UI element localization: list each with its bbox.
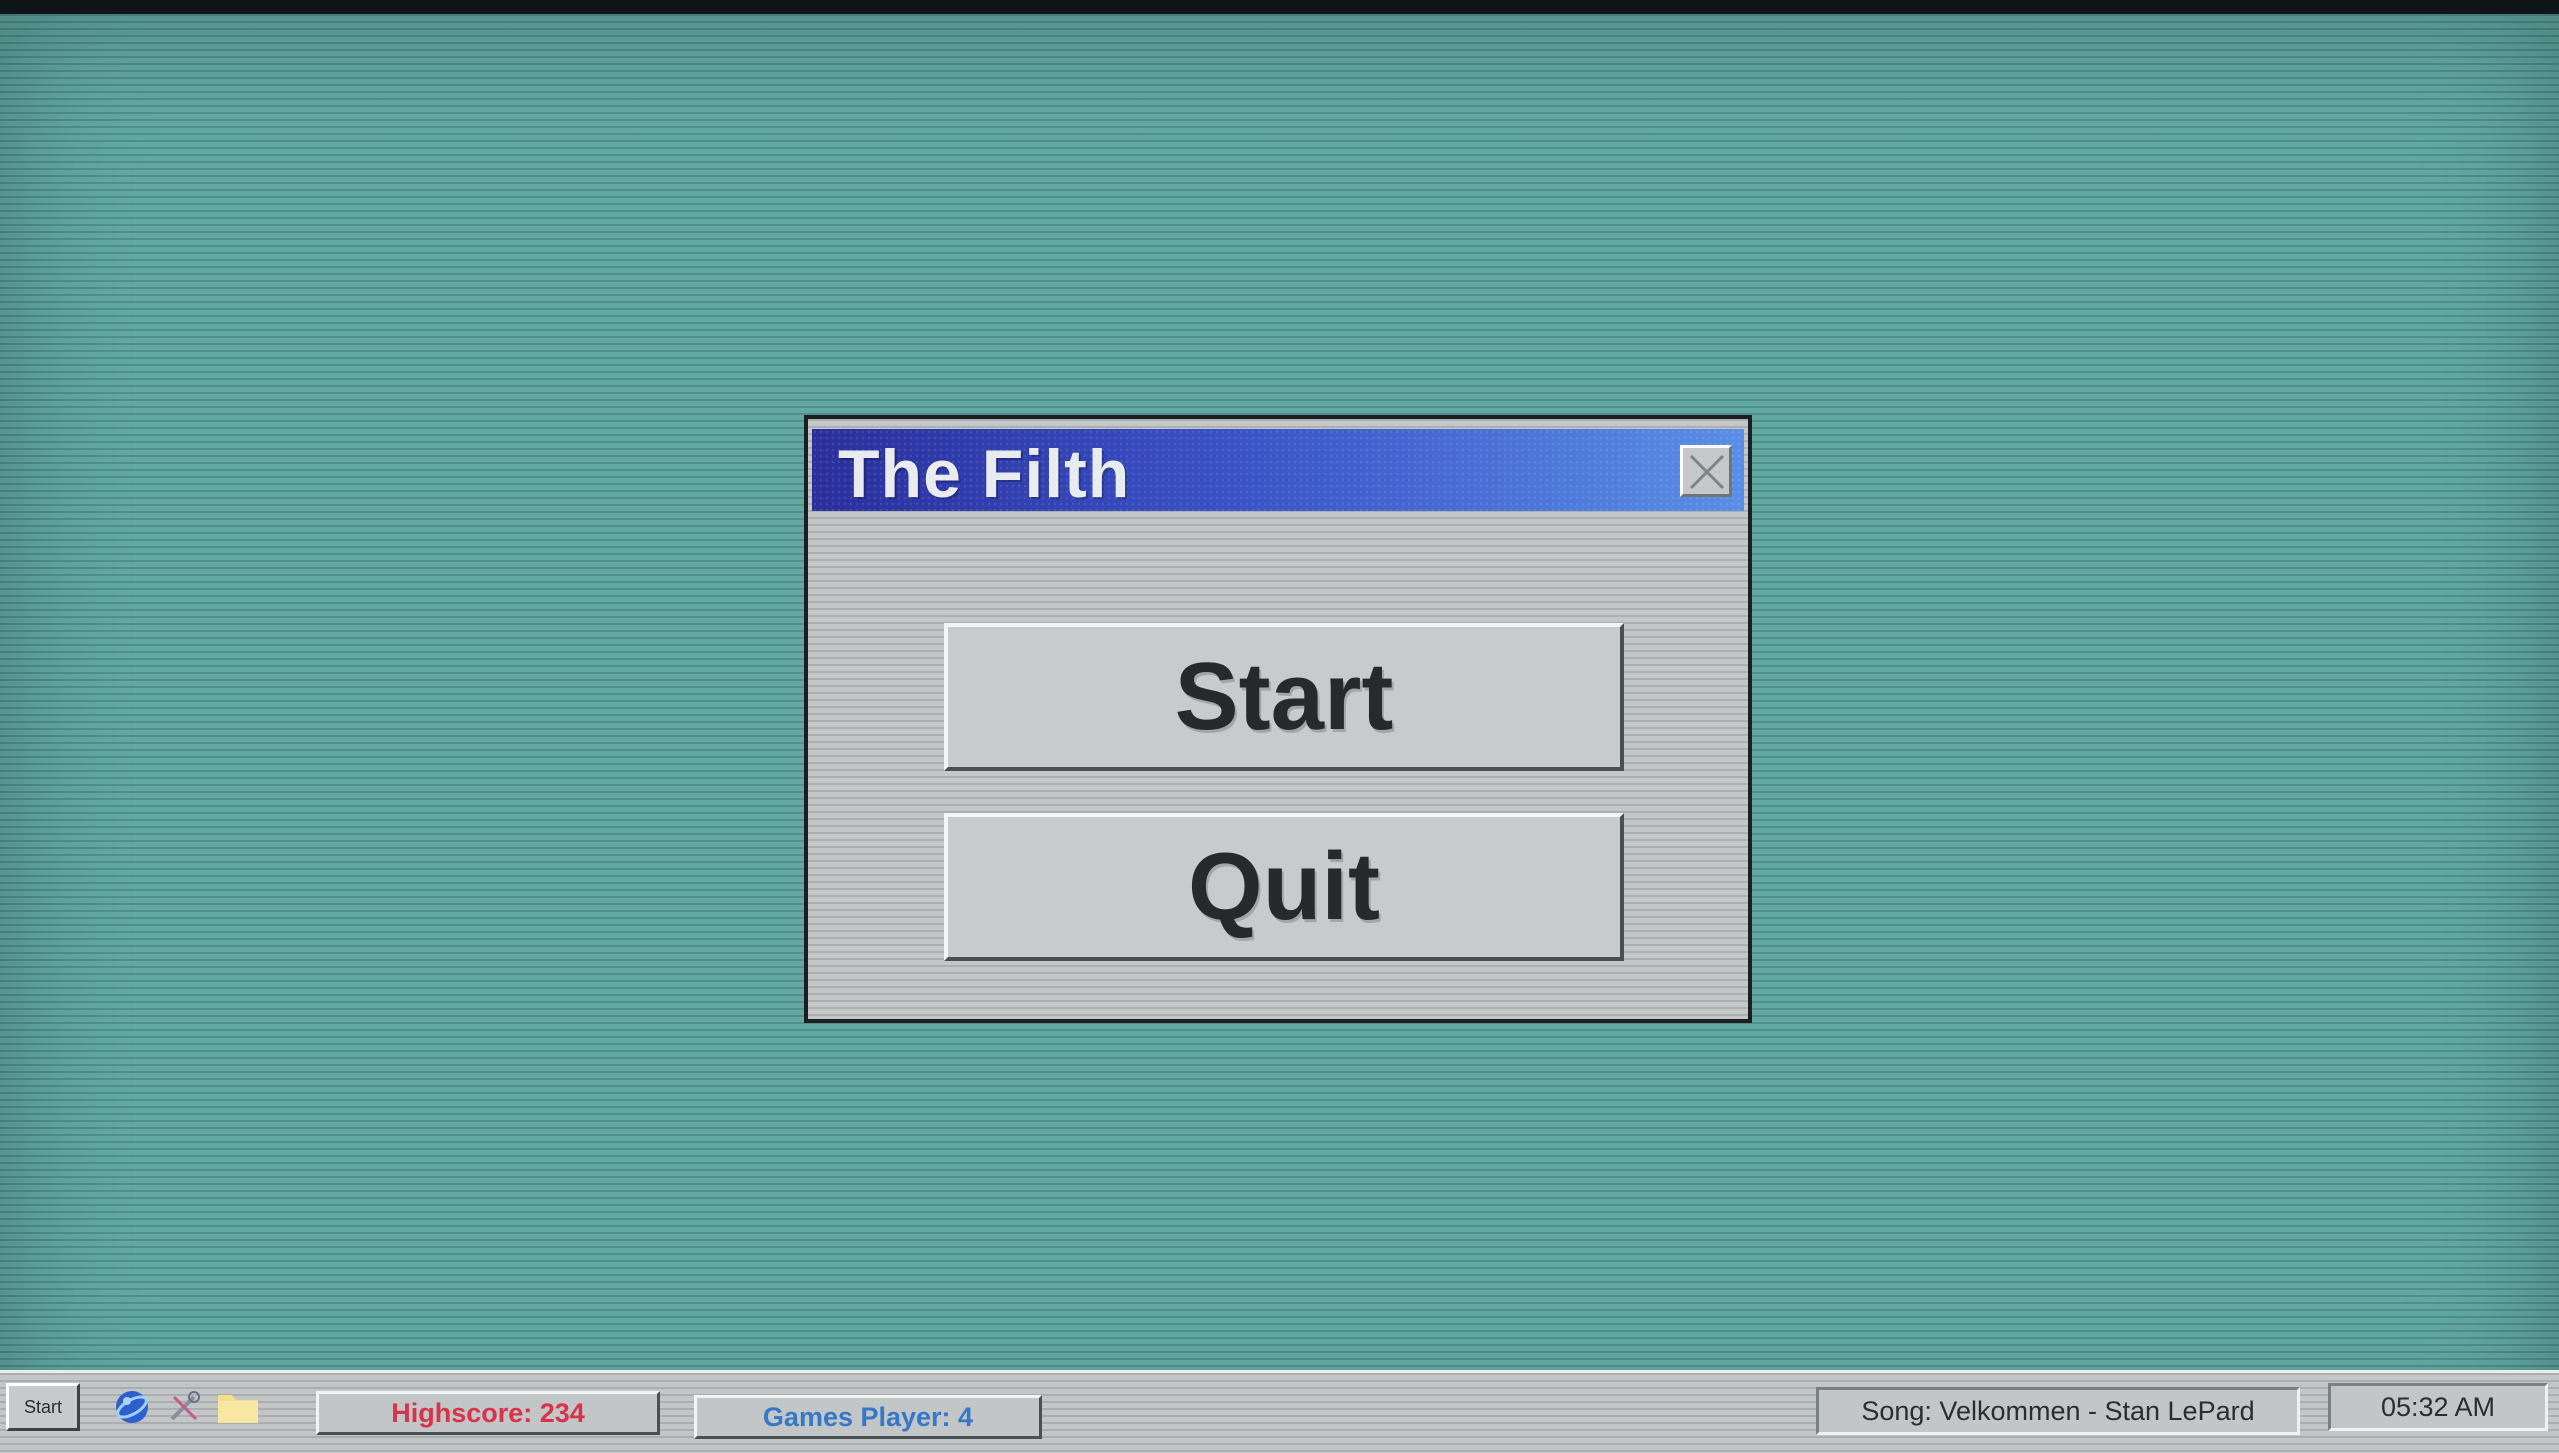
window-titlebar[interactable]: The Filth [812, 429, 1744, 512]
clock-display: 05:32 AM [2328, 1383, 2548, 1431]
highscore-display: Highscore: 234 [316, 1391, 660, 1435]
games-played-display: Games Player: 4 [694, 1395, 1042, 1439]
folder-icon[interactable] [216, 1387, 258, 1427]
main-menu-window: The Filth Start Quit [804, 415, 1752, 1023]
close-button[interactable] [1680, 445, 1732, 497]
globe-icon[interactable] [112, 1387, 152, 1427]
taskbar: Start Highscore: 234 Games Player: 4 Son… [0, 1370, 2559, 1453]
desktop: The Filth Start Quit Start Highscore: 23… [0, 14, 2559, 1453]
song-display: Song: Velkommen - Stan LePard [1816, 1387, 2300, 1435]
start-button[interactable]: Start [944, 623, 1624, 771]
taskbar-start-button[interactable]: Start [6, 1383, 80, 1431]
quit-button[interactable]: Quit [944, 813, 1624, 961]
window-title: The Filth [838, 436, 1131, 512]
tools-icon[interactable] [164, 1387, 204, 1427]
